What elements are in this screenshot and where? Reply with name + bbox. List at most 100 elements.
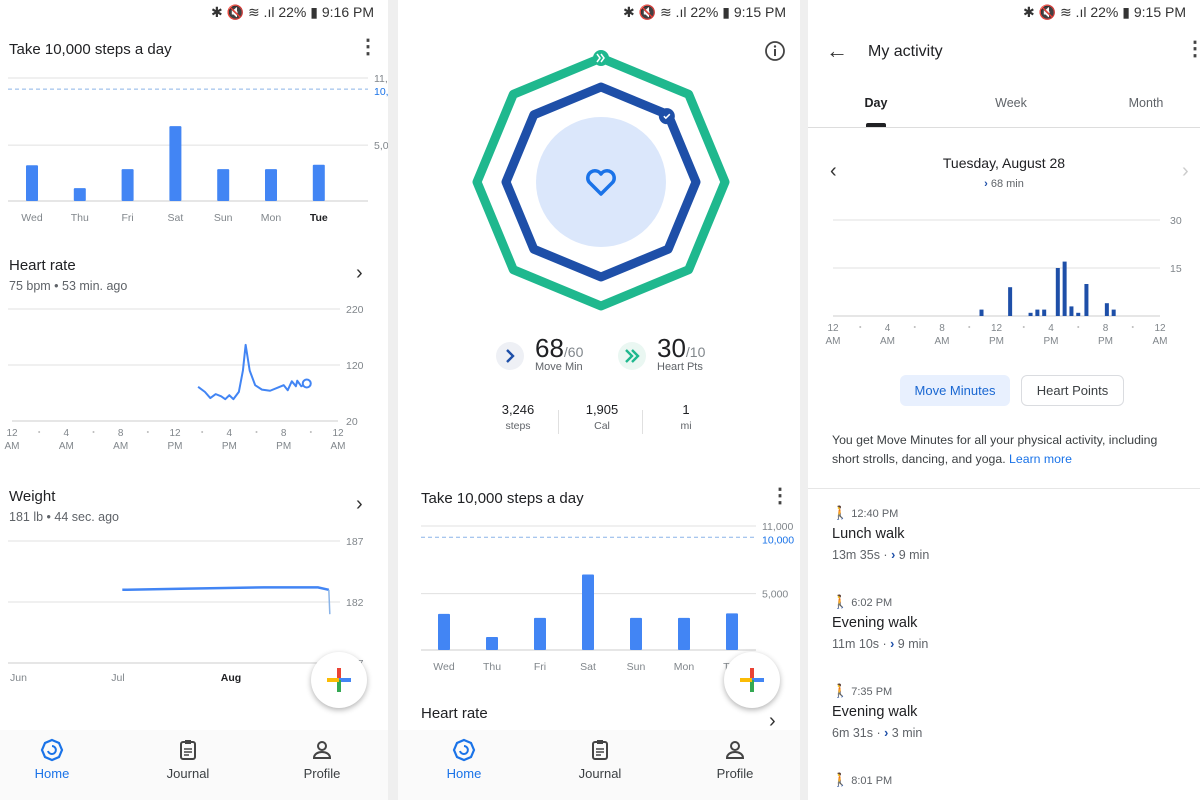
battery-level: 22%	[1090, 4, 1119, 20]
date-label: Tuesday, August 28	[942, 155, 1066, 171]
nav-label: Journal	[578, 766, 622, 781]
activity-meta: 13m 35s · › 9 min	[832, 548, 930, 562]
tab-week[interactable]: Week	[991, 96, 1031, 110]
x-tick-label: 8	[1103, 323, 1109, 334]
back-arrow-icon[interactable]: ←	[826, 38, 848, 64]
more-options-icon[interactable]: ⋮	[1185, 39, 1200, 59]
x-tick-label: 8	[118, 428, 124, 439]
bar-sun	[217, 169, 230, 201]
description-text: You get Move Minutes for all your physic…	[832, 433, 1158, 466]
nav-home[interactable]: Home	[12, 738, 92, 781]
x-tick-label: 12	[1154, 323, 1166, 334]
stat-value: 3,246	[501, 402, 535, 417]
x-tick-label: 8	[939, 323, 945, 334]
heart-value: 30	[657, 333, 686, 363]
activity-item[interactable]: 🚶 6:02 PM Evening walk 11m 10s · › 9 min	[832, 594, 928, 651]
divider	[558, 410, 559, 434]
activity-item[interactable]: 🚶 12:40 PM Lunch walk 13m 35s · › 9 min	[832, 505, 929, 562]
activity-time: 🚶 6:02 PM	[832, 594, 928, 610]
heart-points-button[interactable]: Heart Points	[1021, 375, 1124, 406]
x-tick-label: Sun	[627, 661, 646, 673]
x-tick-label: PM	[1098, 336, 1113, 347]
x-tick-label: Sat	[168, 212, 184, 224]
weight-drop	[328, 589, 331, 615]
learn-more-link[interactable]: Learn more	[1009, 452, 1072, 466]
heart-rate-chart: 2201202012AM4AM8AM12PM4PM8PM12AM	[5, 304, 364, 452]
stat-label: steps	[505, 420, 531, 432]
move-min-label: Move Min	[535, 361, 583, 373]
heart-rate-chevron-icon[interactable]: ›	[356, 262, 363, 285]
nav-journal[interactable]: Journal	[560, 738, 640, 781]
x-tick-label: Mon	[674, 661, 695, 673]
more-options-icon[interactable]: ⋮	[770, 486, 790, 506]
steps-chart: 11,00010,000 5,000 Wed Thu Fri Sat Sun Mon Tue	[8, 73, 388, 224]
bar-thu	[73, 188, 86, 201]
move-minute-bar	[1069, 306, 1074, 316]
activity-meta: 11m 10s · › 9 min	[832, 637, 929, 651]
divider	[808, 127, 1200, 128]
nav-profile[interactable]: Profile	[282, 738, 362, 781]
x-tick-dot	[92, 431, 95, 433]
move-minute-bar	[979, 309, 984, 316]
stats-row: 3,246 steps 1,905 Cal 1 mi	[476, 402, 728, 438]
clock: 9:15 PM	[1133, 4, 1186, 20]
nav-journal[interactable]: Journal	[148, 738, 228, 781]
x-tick-label: 12	[169, 428, 181, 439]
x-tick-label: 4	[885, 323, 891, 334]
y-tick-label: 5,000	[374, 140, 388, 152]
nav-label: Profile	[303, 766, 341, 781]
weight-chevron-icon[interactable]: ›	[356, 493, 363, 516]
add-fab-button[interactable]	[311, 652, 367, 708]
y-tick-label: 220	[346, 304, 364, 316]
nav-home[interactable]: Home	[424, 738, 504, 781]
y-tick-label: 182	[346, 597, 364, 609]
x-tick-label: Fri	[534, 661, 546, 673]
add-fab-button[interactable]	[724, 652, 780, 708]
home-screen-left: ✱ 🔇 ≋ .ıl 22% ▮ 9:16 PM Take 10,000 step…	[0, 0, 388, 800]
heart-points-icon	[618, 342, 646, 370]
x-tick-label: AM	[5, 441, 20, 452]
tab-day[interactable]: Day	[864, 96, 888, 110]
status-bar: ✱ 🔇 ≋ .ıl 22% ▮ 9:16 PM	[211, 4, 374, 20]
bar-thu	[486, 637, 498, 650]
weight-title: Weight	[9, 488, 56, 505]
stat-calories: 1,905 Cal	[560, 402, 644, 432]
info-icon[interactable]	[764, 40, 786, 62]
x-tick-label: Thu	[71, 212, 89, 224]
move-minutes-button[interactable]: Move Minutes	[900, 375, 1010, 406]
heart-goal: /10	[685, 344, 706, 360]
activity-time: 🚶 7:35 PM	[832, 683, 922, 699]
profile-icon	[312, 741, 332, 759]
nav-profile[interactable]: Profile	[695, 738, 775, 781]
heart-pts-label: Heart Pts	[657, 361, 703, 373]
plus-icon	[740, 668, 764, 692]
stat-label: Cal	[594, 420, 610, 432]
heart-rate-title: Heart rate	[421, 705, 488, 722]
y-tick-label: 15	[1170, 263, 1182, 275]
activity-meta: 6m 31s · › 3 min	[832, 726, 923, 740]
journal-icon	[592, 740, 608, 760]
x-tick-label: PM	[989, 336, 1004, 347]
heart-ring-marker-icon	[593, 50, 609, 66]
weight-subtitle: 181 lb • 44 sec. ago	[9, 510, 120, 524]
bar-wed	[26, 165, 38, 201]
activity-item[interactable]: 🚶 7:35 PM Evening walk 6m 31s · › 3 min	[832, 683, 922, 740]
time-text: 6:02 PM	[851, 597, 893, 609]
bar-fri	[121, 169, 134, 201]
x-tick-label: Jul	[111, 672, 124, 684]
x-tick-dot	[38, 431, 41, 433]
activity-item[interactable]: 🚶 8:01 PM	[832, 772, 892, 788]
x-tick-label: Thu	[483, 661, 501, 673]
status-bar: ✱ 🔇 ≋ .ıl 22% ▮ 9:15 PM	[1023, 4, 1186, 20]
time-text: 7:35 PM	[851, 686, 893, 698]
more-options-icon[interactable]: ⋮	[358, 37, 378, 57]
tab-month[interactable]: Month	[1124, 96, 1168, 110]
move-min-value: 68/60	[535, 333, 583, 364]
heart-rate-title: Heart rate	[9, 257, 76, 274]
nav-label: Profile	[716, 766, 754, 781]
x-tick-label: AM	[59, 441, 74, 452]
x-tick-dot	[201, 431, 204, 433]
y-tick-label: 120	[346, 360, 364, 372]
move-minute-bar	[1104, 303, 1109, 316]
x-tick-label: AM	[935, 336, 950, 347]
